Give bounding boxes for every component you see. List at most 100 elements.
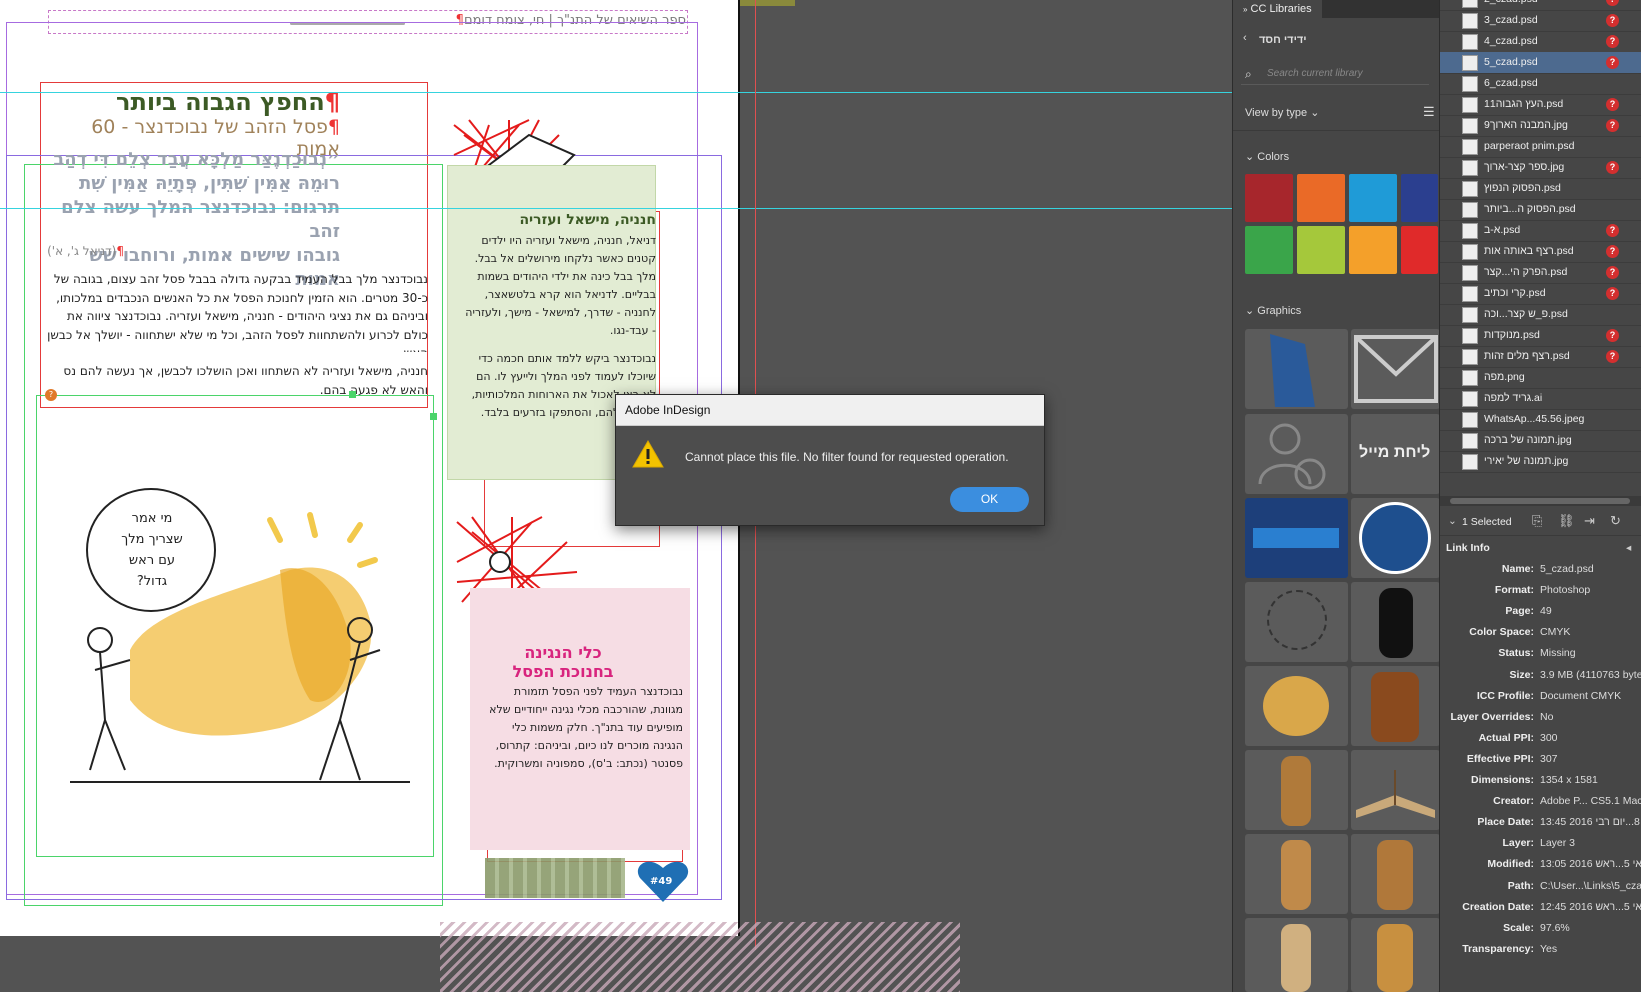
graphic-tile[interactable] <box>1351 666 1440 746</box>
link-thumbnail <box>1462 76 1478 92</box>
link-row[interactable]: מנוקדות.psd? <box>1440 325 1641 347</box>
relink-icon[interactable]: ⛓ <box>1558 513 1575 529</box>
link-row[interactable]: ספר קצר-ארוך.jpg? <box>1440 157 1641 179</box>
graphic-tile[interactable]: ליחת מייל <box>1351 414 1440 494</box>
missing-link-icon[interactable]: ? <box>1606 0 1619 6</box>
link-row[interactable]: א-ב.psd? <box>1440 220 1641 242</box>
list-view-icon[interactable]: ☰ <box>1423 104 1435 120</box>
link-name: ספר קצר-ארוך.jpg <box>1484 161 1565 173</box>
frame-handle[interactable] <box>349 391 356 398</box>
link-row[interactable]: רצף באותה אות.psd? <box>1440 241 1641 263</box>
graphic-tile[interactable] <box>1245 750 1348 830</box>
update-link-icon[interactable]: ↻ <box>1610 513 1621 529</box>
link-row[interactable]: קרי וכתיב.psd? <box>1440 283 1641 305</box>
info-label: Layer Overrides: <box>1450 710 1534 723</box>
link-row[interactable]: 5_czad.psd? <box>1440 52 1641 74</box>
missing-link-icon[interactable]: ? <box>1606 14 1619 27</box>
link-row[interactable]: רצף מלים זהות.psd? <box>1440 346 1641 368</box>
link-row[interactable]: הפסוק הנפוץ.psd <box>1440 178 1641 200</box>
dialog-titlebar[interactable]: Adobe InDesign <box>616 395 1044 426</box>
link-row[interactable]: פ_ש קצר...וכה.psd <box>1440 304 1641 326</box>
graphic-tile[interactable] <box>1245 582 1348 662</box>
missing-link-icon[interactable]: ? <box>1606 350 1619 363</box>
color-swatch[interactable] <box>1401 226 1438 274</box>
color-swatch[interactable] <box>1297 174 1345 222</box>
link-row[interactable]: 6_czad.psd <box>1440 73 1641 95</box>
color-swatch[interactable] <box>1401 174 1438 222</box>
quote-source: ¶(דניאל ג', א') <box>47 244 124 258</box>
missing-link-icon[interactable]: ? <box>1606 35 1619 48</box>
link-name: הפסוק ה...ביותר.psd <box>1484 203 1576 215</box>
links-panel[interactable]: 2_czad.psd?3_czad.psd?4_czad.psd?5_czad.… <box>1439 0 1641 992</box>
link-row[interactable]: תמונה של ברכה.jpg <box>1440 430 1641 452</box>
scrollbar-thumb[interactable] <box>1450 498 1630 504</box>
graphic-tile[interactable] <box>1245 834 1348 914</box>
links-scrollbar[interactable] <box>1440 496 1641 506</box>
graphic-tile[interactable] <box>1245 918 1348 992</box>
missing-link-icon[interactable]: ? <box>1606 245 1619 258</box>
link-row[interactable]: WhatsAp...45.56.jpeg <box>1440 409 1641 431</box>
relink-folder-icon[interactable]: ⎘ <box>1532 513 1542 529</box>
link-thumbnail <box>1462 286 1478 302</box>
missing-link-icon[interactable]: ? <box>1606 98 1619 111</box>
missing-link-icon[interactable]: ? <box>1606 329 1619 342</box>
graphics-section-header[interactable]: ⌄ Graphics <box>1245 304 1301 317</box>
missing-link-icon[interactable]: ? <box>1606 161 1619 174</box>
link-info-header[interactable]: Link Info ◂ <box>1440 537 1641 561</box>
color-swatch[interactable] <box>1297 226 1345 274</box>
link-row[interactable]: 11העץ הגבוה.psd? <box>1440 94 1641 116</box>
link-name: תמונה של ברכה.jpg <box>1484 434 1572 446</box>
link-row[interactable]: 4_czad.psd? <box>1440 31 1641 53</box>
link-thumbnail <box>1462 454 1478 470</box>
view-by-dropdown[interactable]: View by type ⌄ <box>1245 106 1319 119</box>
graphic-tile[interactable] <box>1245 666 1348 746</box>
color-swatch[interactable] <box>1245 226 1293 274</box>
graphic-tile[interactable] <box>1351 750 1440 830</box>
collapse-chevron-icon[interactable]: ⌄ <box>1448 515 1457 527</box>
color-swatch[interactable] <box>1349 226 1397 274</box>
guide-horizontal[interactable] <box>0 92 1232 93</box>
link-row[interactable]: גריד למפה.ai <box>1440 388 1641 410</box>
link-row[interactable]: הפסוק ה...ביותר.psd <box>1440 199 1641 221</box>
link-row[interactable]: הפרק הי...קצר.psd? <box>1440 262 1641 284</box>
search-field[interactable]: ⌕ Search current library <box>1241 63 1429 85</box>
collapse-triangle-icon[interactable]: ◂ <box>1626 542 1631 554</box>
color-swatch[interactable] <box>1349 174 1397 222</box>
graphic-tile[interactable] <box>1351 918 1440 992</box>
overset-icon[interactable]: ? <box>45 389 57 401</box>
link-row[interactable]: תמונה של יאירי.jpg <box>1440 451 1641 473</box>
link-info-row: Effective PPI: 307 <box>1440 750 1641 770</box>
graphic-tile[interactable] <box>1351 329 1440 409</box>
alert-dialog[interactable]: Adobe InDesign Cannot place this file. N… <box>615 394 1045 526</box>
graphic-tile-zoom-banner[interactable] <box>1245 498 1348 578</box>
guide-horizontal[interactable] <box>0 208 1232 209</box>
colors-section-header[interactable]: ⌄ Colors <box>1245 150 1289 163</box>
graphic-tile[interactable] <box>1245 414 1348 494</box>
link-row[interactable]: 9המבנה הארוך.jpg? <box>1440 115 1641 137</box>
link-row[interactable]: parperaot pnim.psd <box>1440 136 1641 158</box>
missing-link-icon[interactable]: ? <box>1606 119 1619 132</box>
link-row[interactable]: 3_czad.psd? <box>1440 10 1641 32</box>
color-swatch[interactable] <box>1245 174 1293 222</box>
library-name[interactable]: ידידי חסד <box>1259 34 1307 46</box>
missing-link-icon[interactable]: ? <box>1606 287 1619 300</box>
frame-handle[interactable] <box>430 413 437 420</box>
back-chevron-icon[interactable]: ‹ <box>1243 32 1247 44</box>
cc-libraries-panel[interactable]: » CC Libraries ‹ ידידי חסד ⌕ Search curr… <box>1232 0 1440 992</box>
link-thumbnail <box>1462 34 1478 50</box>
graphic-tile[interactable] <box>1351 582 1440 662</box>
link-name: מפה.png <box>1484 371 1525 383</box>
missing-link-icon[interactable]: ? <box>1606 266 1619 279</box>
tab-cc-libraries[interactable]: » CC Libraries <box>1233 0 1322 18</box>
graphic-tile[interactable] <box>1351 498 1440 578</box>
quote-source-text: (דניאל ג', א') <box>47 244 117 258</box>
link-row[interactable]: מפה.png <box>1440 367 1641 389</box>
explorer-graphic <box>1377 924 1413 992</box>
missing-link-icon[interactable]: ? <box>1606 56 1619 69</box>
ok-button[interactable]: OK <box>950 487 1029 512</box>
go-to-link-icon[interactable]: ⇥ <box>1584 513 1595 529</box>
link-thumbnail <box>1462 0 1478 8</box>
graphic-tile[interactable] <box>1351 834 1440 914</box>
missing-link-icon[interactable]: ? <box>1606 224 1619 237</box>
graphic-tile[interactable] <box>1245 329 1348 409</box>
